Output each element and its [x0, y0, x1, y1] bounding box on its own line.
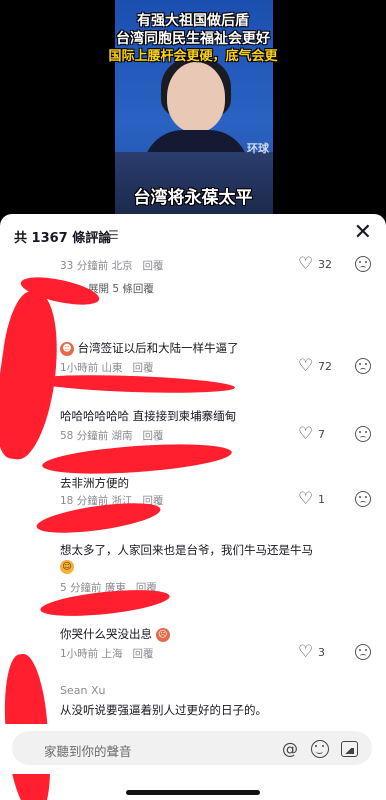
- comment-meta: 58 分鐘前 湖南: [60, 430, 133, 442]
- dislike-face-icon[interactable]: [355, 256, 371, 272]
- comment-author[interactable]: Sean Xu: [60, 684, 105, 697]
- dislike-face-icon[interactable]: [355, 644, 371, 660]
- like-count: 32: [318, 258, 332, 271]
- comment-meta: 33 分鐘前 北京: [60, 260, 133, 272]
- reply-button[interactable]: 回覆: [133, 648, 154, 660]
- speaker-head: [167, 62, 225, 132]
- comment-text: 你哭什么哭没出息: [60, 627, 152, 641]
- comment-item: 哈哈哈哈哈哈 直接接到柬埔寨缅甸 58 分鐘前 湖南 回覆 ♡ 7: [0, 406, 386, 446]
- video-player[interactable]: 环球 有强大祖国做后盾 台湾同胞民生福祉会更好 国际上腰杆会更硬，底气会更 台湾…: [0, 0, 386, 222]
- comment-text: 台湾签证以后和大陆一样牛逼了: [77, 341, 239, 355]
- comment-item: 想太多了，人家回来也是台爷，我们牛马还是牛马 ☺ 5 分鐘前 廣東 回覆: [0, 540, 386, 596]
- comment-item: Sean Xu 从没听说要强逼着别人过更好的日子的。: [0, 684, 386, 720]
- heart-icon[interactable]: ♡: [298, 256, 313, 273]
- close-icon[interactable]: ✕: [354, 222, 372, 244]
- reply-button[interactable]: 回覆: [143, 430, 164, 442]
- at-icon[interactable]: @: [280, 739, 300, 759]
- dislike-face-icon[interactable]: [355, 491, 371, 507]
- comment-meta: 1小時前 上海: [60, 648, 123, 660]
- image-icon[interactable]: [341, 741, 358, 757]
- reply-button[interactable]: 回覆: [133, 362, 154, 374]
- like-count: 72: [318, 360, 332, 373]
- comment-text: 想太多了，人家回来也是台爷，我们牛马还是牛马: [60, 543, 313, 557]
- comment-input-placeholder: 家聽到你的聲音: [44, 744, 132, 759]
- comments-header: 共 1367 條評論 ☰ ✕: [0, 214, 386, 254]
- caption-line-2: 台湾同胞民生福祉会更好: [116, 31, 270, 47]
- heart-icon[interactable]: ♡: [298, 491, 313, 508]
- comment-item: 33 分鐘前 北京 回覆 ♡ 32: [0, 256, 386, 280]
- caption-bottom: 台湾将永葆太平: [133, 188, 253, 208]
- comment-text: 哈哈哈哈哈哈 直接接到柬埔寨缅甸: [60, 409, 237, 423]
- heart-icon[interactable]: ♡: [298, 426, 313, 443]
- comment-count-title: 共 1367 條評論: [14, 231, 112, 246]
- heart-icon[interactable]: ♡: [298, 644, 313, 661]
- caption-line-3: 国际上腰杆会更硬，底气会更: [108, 49, 278, 64]
- like-count: 1: [318, 493, 325, 506]
- like-count: 3: [318, 646, 325, 659]
- comment-meta: 1小時前 山東: [60, 362, 123, 374]
- comment-text: 从没听说要强逼着别人过更好的日子的。: [60, 703, 267, 717]
- avatar-emoji-icon: ☻: [60, 341, 74, 356]
- filter-icon[interactable]: ☰: [108, 228, 119, 242]
- grin-emoji-icon: ☺: [60, 560, 74, 574]
- comment-input-bar: 家聽到你的聲音 @: [0, 724, 386, 774]
- comments-sheet: 共 1367 條評論 ☰ ✕ 33 分鐘前 北京 回覆 ♡ 32 展開 5 條回覆…: [0, 214, 386, 800]
- like-count: 7: [318, 428, 325, 441]
- heart-icon[interactable]: ♡: [298, 358, 313, 375]
- wall-text: 环球: [247, 142, 269, 155]
- comment-item: ☻ 台湾签证以后和大陆一样牛逼了 1小時前 山東 回覆 ♡ 72: [0, 338, 386, 378]
- reply-button[interactable]: 回覆: [143, 260, 164, 272]
- comment-item: 你哭什么哭没出息 ☹ 1小時前 上海 回覆 ♡ 3: [0, 624, 386, 664]
- dislike-face-icon[interactable]: [355, 426, 371, 442]
- emoji-icon[interactable]: [311, 740, 329, 758]
- dislike-face-icon[interactable]: [355, 358, 371, 374]
- home-indicator: [126, 790, 260, 795]
- comment-text: 去非洲方便的: [60, 476, 129, 490]
- expand-replies-label: 展開 5 條回覆: [88, 283, 154, 295]
- caption-line-1: 有强大祖国做后盾: [137, 13, 249, 29]
- comment-item: 去非洲方便的 18 分鐘前 浙江 回覆 ♡ 1: [0, 473, 386, 513]
- crying-emoji-icon: ☹: [155, 627, 170, 642]
